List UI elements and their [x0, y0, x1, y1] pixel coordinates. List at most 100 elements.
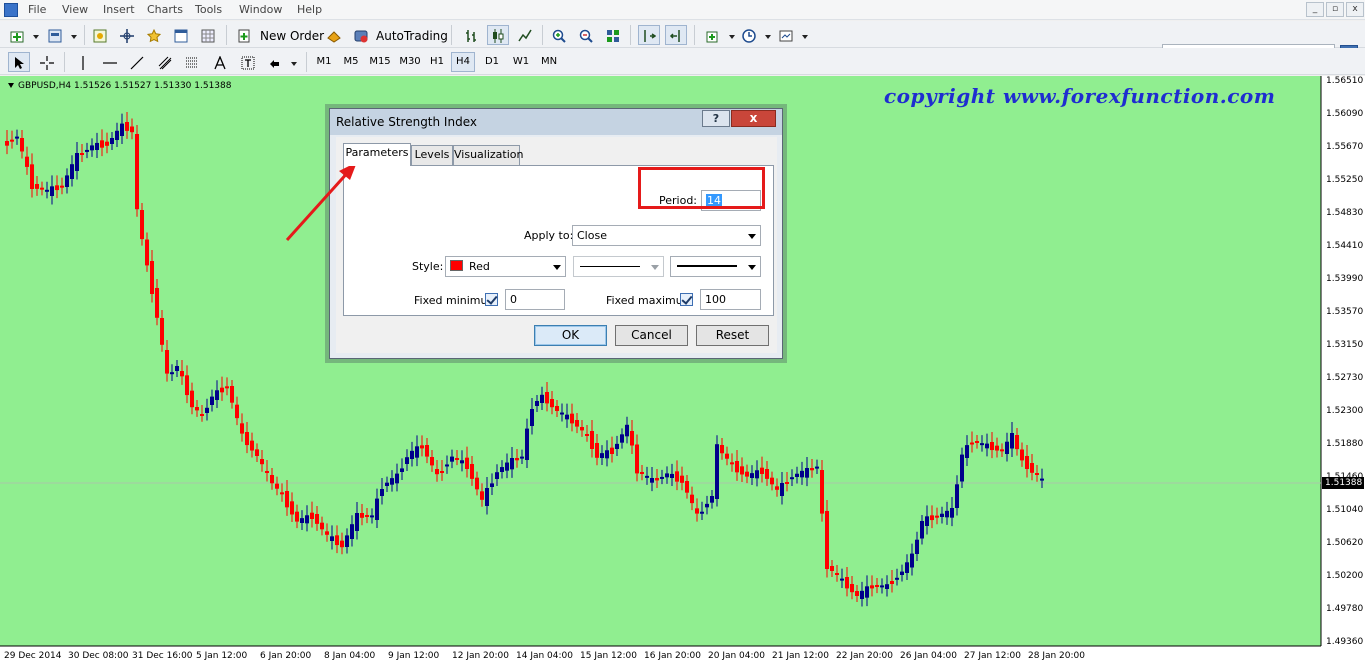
style-color-name: Red	[469, 260, 490, 273]
equidistant-channel-button[interactable]	[154, 52, 176, 72]
candle-body	[935, 515, 939, 518]
timeframe-mn[interactable]: MN	[536, 52, 562, 72]
candle-body	[825, 511, 829, 569]
navigator-button[interactable]	[116, 25, 138, 45]
line-width-select[interactable]	[670, 256, 761, 277]
candle-body	[495, 472, 499, 479]
candle-body	[170, 372, 174, 375]
fixed-minimum-checkbox[interactable]	[485, 293, 498, 306]
chart-shift-button[interactable]	[665, 25, 687, 45]
help-button[interactable]: ?	[702, 110, 730, 127]
menu-insert[interactable]: Insert	[103, 3, 135, 16]
reset-button[interactable]: Reset	[696, 325, 769, 346]
tab-parameters[interactable]: Parameters	[343, 143, 411, 166]
candle-body	[805, 468, 809, 478]
menu-view[interactable]: View	[62, 3, 88, 16]
fixed-minimum-input[interactable]: 0	[505, 289, 565, 310]
zoom-in-button[interactable]	[548, 25, 570, 45]
style-color-select[interactable]: Red	[445, 256, 566, 277]
arrows-button[interactable]	[264, 52, 298, 72]
candle-body	[445, 464, 449, 467]
minimize-button[interactable]: _	[1306, 2, 1324, 17]
candle-body	[880, 585, 884, 588]
timeframe-d1[interactable]: D1	[480, 52, 504, 72]
menu-window[interactable]: Window	[239, 3, 282, 16]
tab-levels[interactable]: Levels	[411, 145, 453, 165]
periods-button[interactable]	[738, 25, 772, 45]
candle-body	[870, 585, 874, 589]
terminal-button[interactable]	[170, 25, 192, 45]
candle-body	[105, 141, 109, 146]
candle-body	[720, 445, 724, 454]
timeframe-h4[interactable]: H4	[451, 52, 475, 72]
metaeditor-button[interactable]	[323, 25, 345, 45]
trendline-button[interactable]	[126, 52, 148, 72]
bar-chart-button[interactable]	[460, 25, 482, 45]
menu-help[interactable]: Help	[297, 3, 322, 16]
chevron-down-icon	[802, 35, 808, 39]
autotrading-button[interactable]: AutoTrading	[350, 25, 448, 45]
candle-body	[500, 467, 504, 472]
app-icon[interactable]	[4, 3, 18, 17]
candlestick-chart-button[interactable]	[487, 25, 509, 45]
profiles-button[interactable]	[44, 25, 78, 45]
line-style-select[interactable]	[573, 256, 664, 277]
candle-body	[545, 392, 549, 404]
candle-body	[315, 514, 319, 524]
text-tool-button[interactable]	[209, 52, 231, 72]
close-window-button[interactable]: x	[1346, 2, 1364, 17]
apply-to-select[interactable]: Close	[572, 225, 761, 246]
new-chart-button[interactable]	[6, 25, 40, 45]
candle-body	[420, 445, 424, 449]
toolbar-separator	[306, 52, 307, 72]
close-dialog-button[interactable]: x	[731, 110, 776, 127]
menu-tools[interactable]: Tools	[195, 3, 222, 16]
candle-body	[840, 578, 844, 581]
timeframe-m5[interactable]: M5	[339, 52, 363, 72]
menu-file[interactable]: File	[28, 3, 46, 16]
strategy-tester-button[interactable]	[197, 25, 219, 45]
dialog-titlebar[interactable]: Relative Strength Index ? x	[330, 109, 782, 135]
candle-body	[350, 524, 354, 539]
new-order-button[interactable]: New Order	[233, 25, 324, 45]
templates-button[interactable]	[775, 25, 809, 45]
indicators-button[interactable]	[702, 25, 736, 45]
vertical-line-button[interactable]	[72, 52, 94, 72]
menu-charts[interactable]: Charts	[147, 3, 183, 16]
tab-visualization[interactable]: Visualization	[453, 145, 523, 165]
horizontal-line-button[interactable]	[99, 52, 121, 72]
restore-button[interactable]: ▫	[1326, 2, 1344, 17]
candle-body	[750, 473, 754, 478]
timeframe-h1[interactable]: H1	[426, 52, 448, 72]
chevron-down-icon	[748, 234, 756, 239]
fixed-maximum-input[interactable]: 100	[700, 289, 761, 310]
candle-body	[115, 130, 119, 140]
tile-windows-button[interactable]	[602, 25, 624, 45]
favorites-button[interactable]	[143, 25, 165, 45]
collapse-triangle-icon[interactable]	[8, 83, 14, 88]
template-icon	[779, 30, 793, 42]
ok-button[interactable]: OK	[534, 325, 607, 346]
timeframe-m15[interactable]: M15	[366, 52, 394, 72]
cancel-button[interactable]: Cancel	[615, 325, 688, 346]
candle-body	[165, 350, 169, 374]
text-label-button[interactable]	[237, 52, 259, 72]
fixed-maximum-checkbox[interactable]	[680, 293, 693, 306]
line-chart-button[interactable]	[514, 25, 536, 45]
line-style-preview	[580, 266, 640, 267]
timeframe-m1[interactable]: M1	[312, 52, 336, 72]
timeframe-w1[interactable]: W1	[508, 52, 534, 72]
candle-body	[400, 468, 404, 472]
fibonacci-button[interactable]	[181, 52, 203, 72]
zoom-out-button[interactable]	[575, 25, 597, 45]
crosshair-icon	[40, 56, 54, 70]
crosshair-tool-button[interactable]	[36, 52, 58, 72]
menu-bar: File View Insert Charts Tools Window Hel…	[0, 0, 1365, 20]
auto-scroll-button[interactable]	[638, 25, 660, 45]
candle-body	[385, 482, 389, 486]
cursor-tool-button[interactable]	[8, 52, 30, 72]
period-highlight-box	[638, 167, 765, 209]
candle-body	[875, 585, 879, 587]
market-watch-button[interactable]	[89, 25, 111, 45]
timeframe-m30[interactable]: M30	[396, 52, 424, 72]
